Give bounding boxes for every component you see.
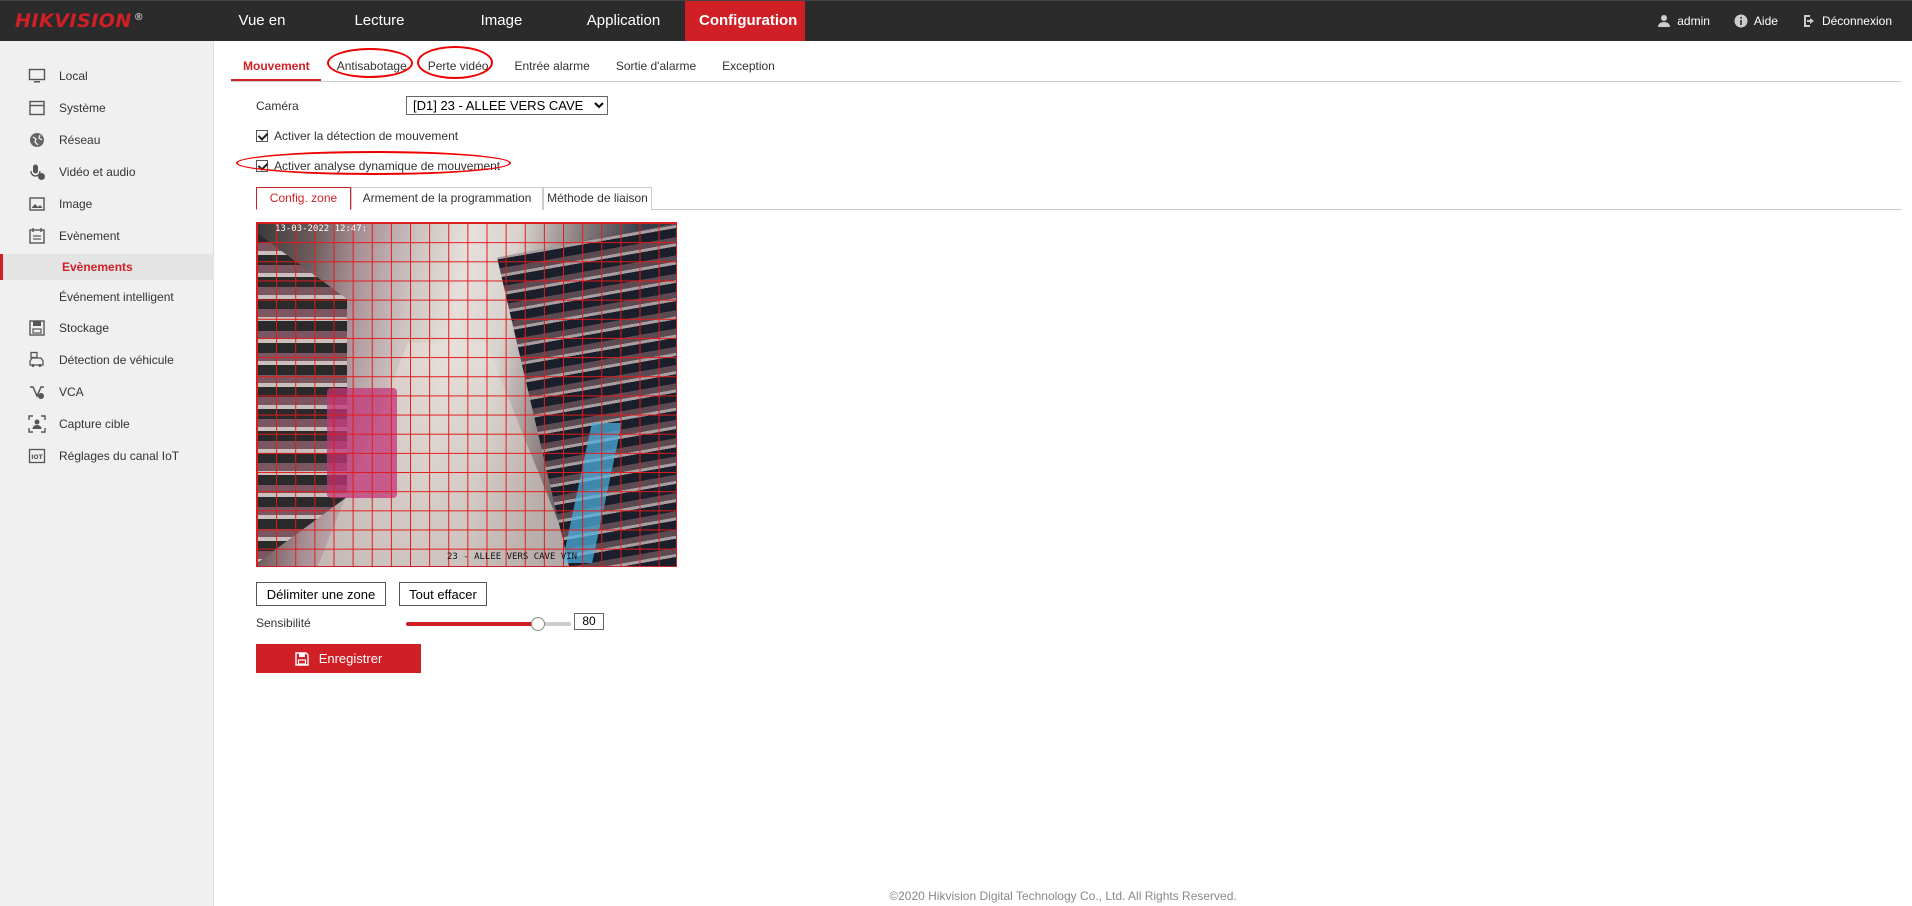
nav-playback[interactable]: Lecture [318, 1, 441, 41]
sidebar-item-event[interactable]: Evènement [0, 223, 214, 249]
sidebar-item-target-capture[interactable]: Capture cible [0, 411, 214, 437]
tab-alarm-input[interactable]: Entrée alarme [501, 56, 602, 81]
enable-motion-row: Activer la détection de mouvement [256, 129, 458, 143]
network-icon [30, 133, 44, 147]
sidebar-item-events[interactable]: Evènements [0, 254, 214, 280]
sidebar-item-storage[interactable]: Stockage [0, 315, 214, 341]
draw-area-button[interactable]: Délimiter une zone [256, 582, 386, 606]
user-menu[interactable]: admin [1657, 14, 1710, 28]
nav-configuration[interactable]: Configuration [685, 1, 805, 41]
enable-dynamic-label: Activer analyse dynamique de mouvement [274, 159, 501, 173]
subtab-arming-schedule[interactable]: Armement de la programmation [351, 187, 543, 210]
logout-icon [1803, 15, 1814, 27]
storage-icon [29, 320, 45, 336]
tab-exception[interactable]: Exception [709, 56, 788, 81]
tab-alarm-output[interactable]: Sortie d'alarme [603, 56, 709, 81]
enable-motion-label: Activer la détection de mouvement [274, 129, 459, 143]
nav-application[interactable]: Application [562, 1, 685, 41]
video-camera-name: 23 - ALLEE VERS CAVE VIN [447, 552, 578, 562]
enable-dynamic-checkbox[interactable] [256, 160, 268, 172]
sensitivity-slider-handle[interactable] [531, 617, 545, 631]
camera-label: Caméra [256, 99, 299, 113]
main-nav: Vue en direct Lecture Image Application … [206, 1, 805, 69]
iot-icon: IOT [28, 448, 46, 464]
camera-preview[interactable]: 13-03-2022 12:47: 23 - ALLEE VERS CAVE V… [256, 222, 677, 567]
sensitivity-label: Sensibilité [256, 616, 311, 630]
save-button[interactable]: Enregistrer [256, 644, 421, 673]
tab-motion[interactable]: Mouvement [231, 56, 321, 81]
main-content: Mouvement Antisabotage Perte vidéo Entré… [214, 41, 1912, 906]
sidebar-item-smart-event[interactable]: Événement intelligent [0, 284, 214, 310]
logout-label: Déconnexion [1821, 14, 1892, 28]
help-label: Aide [1753, 14, 1778, 28]
save-icon [295, 651, 309, 666]
enable-motion-checkbox[interactable] [256, 130, 268, 142]
vca-icon [30, 386, 44, 399]
sidebar-item-iot-channel[interactable]: IOT Réglages du canal IoT [0, 443, 214, 469]
hikvision-logo: HIKVISION ® [15, 10, 145, 32]
sidebar-item-system[interactable]: Système [0, 95, 214, 121]
sensitivity-value[interactable]: 80 [574, 613, 604, 630]
nav-image[interactable]: Image [441, 1, 562, 41]
motion-detection-grid[interactable] [257, 223, 676, 566]
sidebar: Local Système Réseau Vidéo et audio Imag… [0, 41, 214, 906]
system-icon [29, 100, 45, 116]
monitor-icon [28, 68, 46, 83]
zone-subtabs: Config. zone Armement de la programmatio… [256, 187, 1902, 210]
tab-tamper[interactable]: Antisabotage [321, 48, 420, 81]
sidebar-item-local[interactable]: Local [0, 63, 214, 89]
vehicle-detection-icon [29, 351, 44, 367]
sidebar-item-vehicle-detection[interactable]: Détection de véhicule [0, 347, 214, 373]
user-icon [1658, 15, 1671, 27]
sidebar-item-image[interactable]: Image [0, 191, 214, 217]
subtab-zone-config[interactable]: Config. zone [256, 187, 351, 210]
top-bar: HIKVISION® Vue en direct Lecture Image A… [0, 0, 1912, 69]
subtab-linkage-method[interactable]: Méthode de liaison [543, 187, 652, 210]
image-icon [29, 197, 45, 211]
nav-live-view[interactable]: Vue en direct [206, 1, 318, 69]
sidebar-item-video-audio[interactable]: Vidéo et audio [0, 159, 214, 185]
event-tabs: Mouvement Antisabotage Perte vidéo Entré… [231, 46, 1901, 82]
sidebar-item-vca[interactable]: VCA [0, 379, 214, 405]
video-timestamp: 13-03-2022 12:47: [275, 224, 368, 234]
tab-video-loss[interactable]: Perte vidéo [416, 46, 502, 81]
video-audio-icon [30, 164, 45, 180]
logout-link[interactable]: Déconnexion [1802, 14, 1892, 28]
sensitivity-slider[interactable] [406, 617, 571, 631]
user-name: admin [1677, 14, 1710, 28]
svg-text:IOT: IOT [31, 454, 43, 461]
enable-dynamic-row: Activer analyse dynamique de mouvement [256, 159, 500, 173]
sidebar-item-network[interactable]: Réseau [0, 127, 214, 153]
footer-copyright: ©2020 Hikvision Digital Technology Co., … [889, 889, 1237, 903]
help-icon [1734, 14, 1748, 28]
clear-all-button[interactable]: Tout effacer [399, 582, 487, 606]
help-link[interactable]: Aide [1734, 14, 1778, 28]
event-icon [29, 228, 45, 244]
target-capture-icon [28, 415, 46, 433]
header-actions: admin Aide Déconnexion [1657, 1, 1892, 41]
camera-select[interactable]: [D1] 23 - ALLEE VERS CAVE [406, 96, 608, 115]
